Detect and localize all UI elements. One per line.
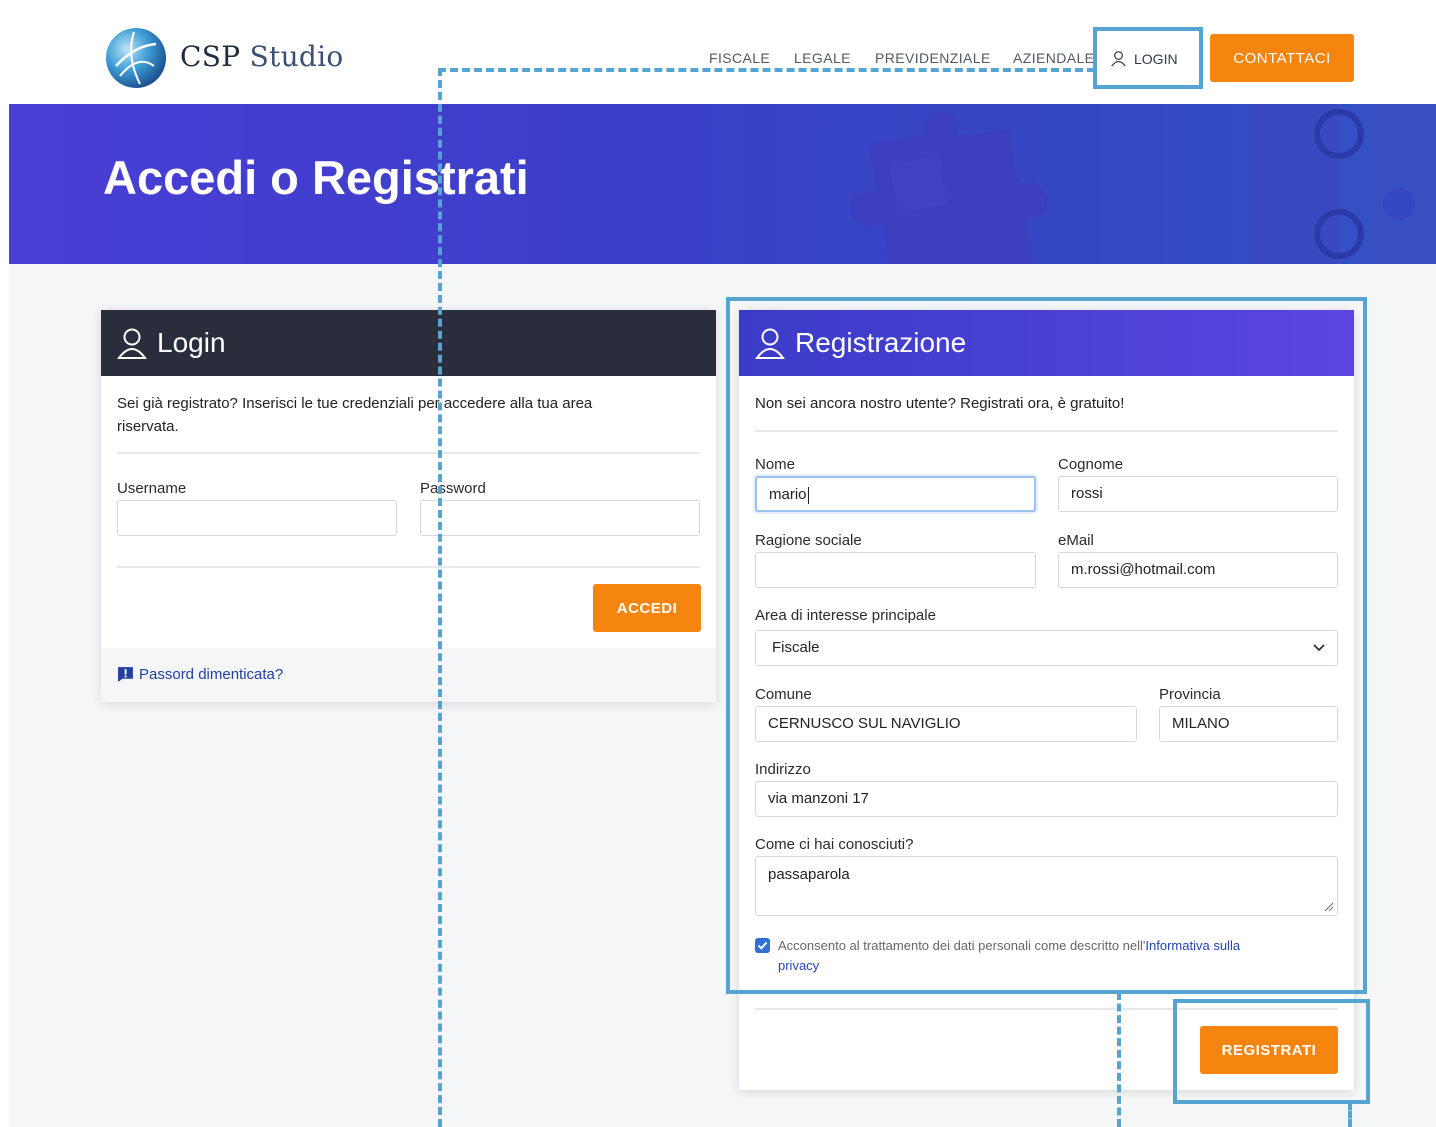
annotation-dashed-line <box>438 68 1095 72</box>
login-submit-button[interactable]: ACCEDI <box>593 584 701 632</box>
annotation-dashed-line <box>438 68 442 1127</box>
page: CSP Studio FISCALE LEGALE PREVIDENZIALE … <box>9 12 1436 1127</box>
password-label: Password <box>420 480 486 497</box>
login-card-footer: Passord dimenticata? <box>101 648 716 702</box>
login-card-title: Login <box>157 327 226 358</box>
nav-previdenziale[interactable]: PREVIDENZIALE <box>875 50 991 66</box>
annotation-dashed-line <box>1348 1102 1352 1127</box>
username-label: Username <box>117 480 187 497</box>
login-intro-line-2: riservata. <box>117 418 179 435</box>
logo-globe-icon[interactable] <box>104 26 168 90</box>
brand-secondary: Studio <box>249 40 344 73</box>
username-input[interactable] <box>117 500 397 536</box>
brand-primary: CSP <box>180 40 241 73</box>
user-icon <box>117 328 147 359</box>
nav-fiscale[interactable]: FISCALE <box>709 50 770 66</box>
puzzle-piece-icon <box>850 111 1048 264</box>
puzzle-pieces-icon <box>1249 104 1436 264</box>
site-header: CSP Studio FISCALE LEGALE PREVIDENZIALE … <box>9 12 1436 104</box>
annotation-highlight-registration <box>726 297 1367 994</box>
annotation-highlight-register-button <box>1173 999 1370 1104</box>
login-card: Login Sei già registrato? Inserisci le t… <box>101 310 716 702</box>
nav-legale[interactable]: LEGALE <box>794 50 851 66</box>
page-title: Accedi o Registrati <box>103 151 529 204</box>
nav-aziendale[interactable]: AZIENDALE <box>1013 50 1094 66</box>
login-intro: Sei già registrato? Inserisci le tue cre… <box>117 392 592 438</box>
divider <box>117 452 700 454</box>
password-input[interactable] <box>420 500 700 536</box>
login-card-header: Login <box>101 310 716 376</box>
brand-name[interactable]: CSP Studio <box>180 40 344 73</box>
annotation-highlight-login <box>1093 27 1203 89</box>
page-banner: Accedi o Registrati <box>9 104 1436 264</box>
forgot-password-link[interactable]: Passord dimenticata? <box>117 666 283 683</box>
login-intro-line-1: Sei già registrato? Inserisci le tue cre… <box>117 395 593 412</box>
divider <box>117 566 700 568</box>
forgot-password-label: Passord dimenticata? <box>139 666 284 683</box>
contact-button[interactable]: CONTATTACI <box>1210 34 1354 82</box>
alert-message-icon <box>118 667 133 682</box>
annotation-dashed-line <box>1117 992 1121 1127</box>
